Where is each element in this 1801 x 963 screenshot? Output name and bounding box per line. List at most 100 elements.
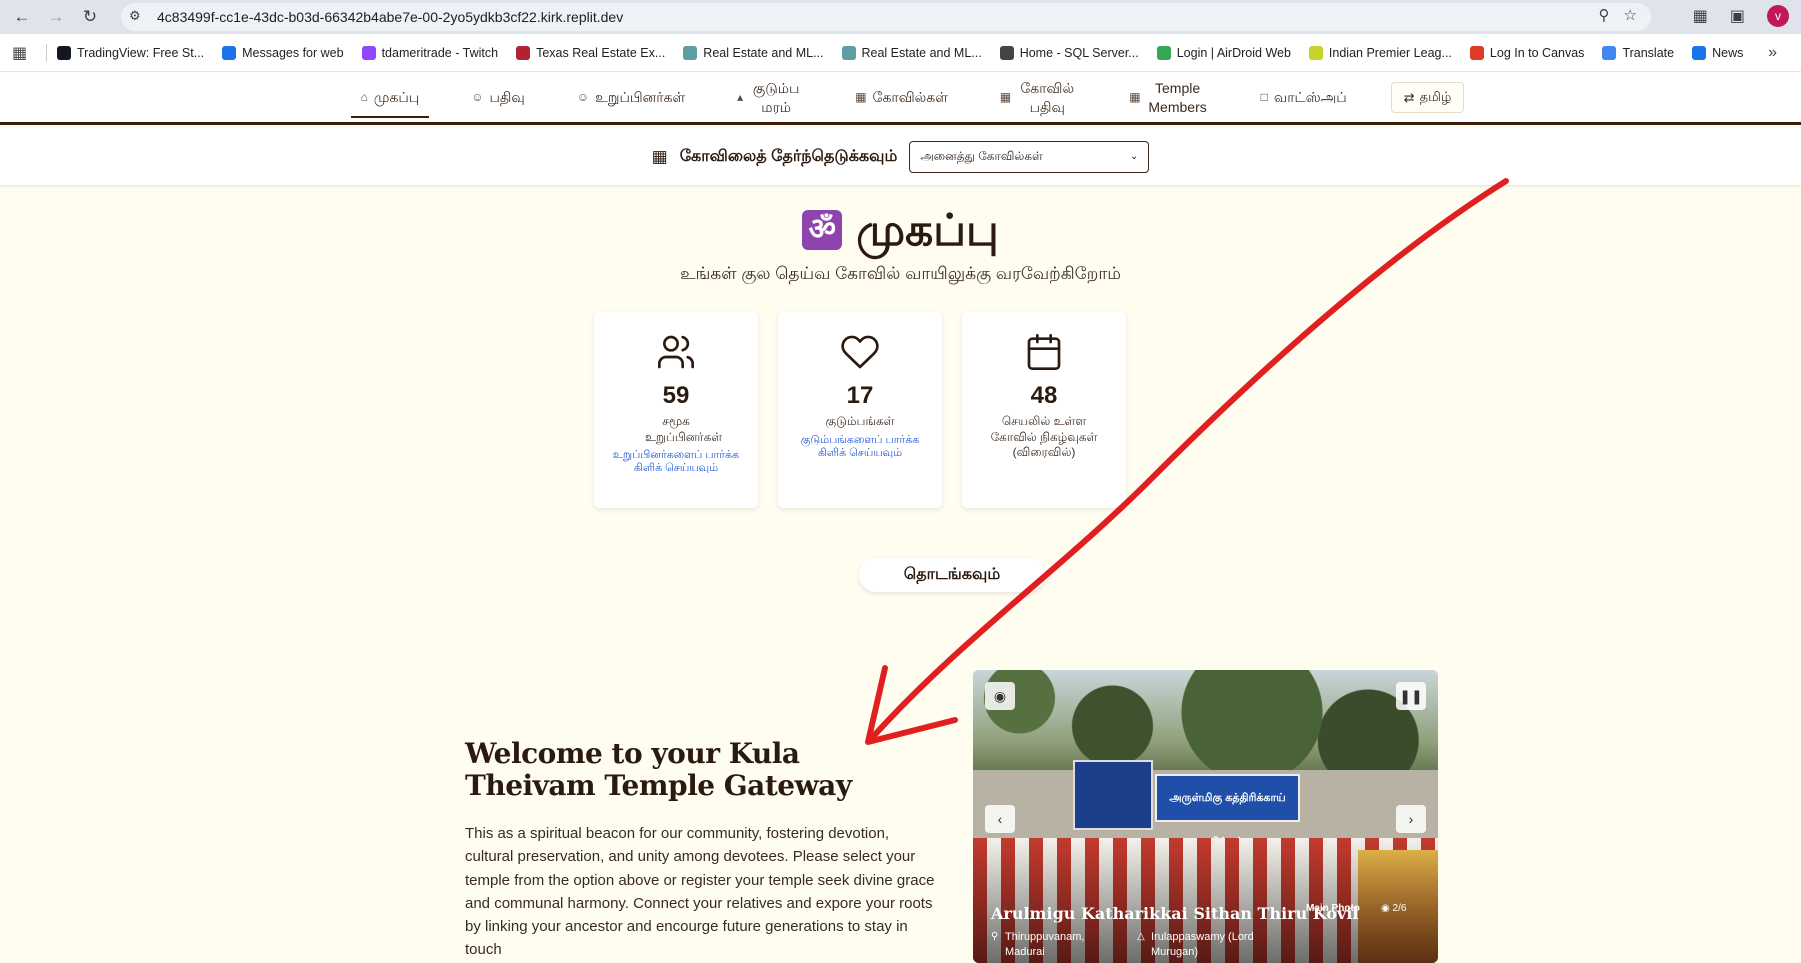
nav-item-home[interactable]: ⌂ முகப்பு [337,76,444,120]
language-label: தமிழ் [1419,89,1452,104]
bookmark-favicon-icon [361,45,376,60]
stat-card-families[interactable]: 17 குடும்பங்கள் குடும்பங்களைப் பார்க்க க… [778,312,942,508]
users-icon: ☺ [576,89,590,104]
annotation-arrow-head [865,665,958,745]
image-icon: ◉ [1381,903,1393,914]
bookmark-item[interactable]: tdameritrade - Twitch [361,45,498,60]
url-text[interactable]: 4c83499f-cc1e-43dc-b03d-66342b4abe7e-00-… [157,9,623,25]
zoom-icon[interactable]: ⚲ [1599,6,1610,24]
stat-link[interactable]: உறுப்பினர்களைப் பார்க்க கிளிக் செய்யவும் [594,449,758,475]
nav-item-temple-register[interactable]: ▦ கோவில் பதிவு [976,76,1101,120]
nav-item-temple-members[interactable]: ▦ Temple Members [1105,76,1232,120]
bookmark-item[interactable]: Log In to Canvas [1469,45,1585,60]
stat-label: செயலில் உள்ள கோவில் நிகழ்வுகள் (விரைவில்… [990,414,1098,460]
welcome-text: This as a spiritual beacon for our commu… [465,825,935,959]
stat-number: 48 [1030,382,1058,409]
bookmark-favicon-icon [1469,45,1484,60]
nav-item-label: முகப்பு [373,89,420,106]
bookmark-favicon-icon [1692,45,1707,60]
bookmark-label: Messages for web [242,45,344,60]
profile-avatar[interactable]: v [1767,5,1789,27]
bookmark-item[interactable]: Texas Real Estate Ex... [516,45,666,60]
bookmark-label: Real Estate and ML... [703,45,824,60]
stat-card-members[interactable]: 59 சமூக உறுப்பினர்கள் உறுப்பினர்களைப் பா… [594,312,758,508]
temple-select-label: கோவிலைத் தேர்ந்தெடுக்கவும் [679,147,898,165]
nav-item-family-tree[interactable]: ▴ குடும்ப மரம் [713,76,827,120]
stat-link[interactable]: குடும்பங்களைப் பார்க்க கிளிக் செய்யவும் [778,434,942,460]
bookmark-label: Indian Premier Leag... [1328,45,1452,60]
calendar-icon [1027,334,1061,370]
language-button[interactable]: ⇄ தமிழ் [1390,82,1465,113]
pause-icon[interactable]: ❚❚ [1396,682,1426,710]
temple-select-value: அனைத்து கோவில்கள் [920,148,1043,163]
main-nav: ⌂ முகப்பு ☺ பதிவு ☺ உறுப்பினர்கள் ▴ குடு… [0,73,1801,125]
building-icon: ▦ [1129,89,1141,104]
nav-item-label: கோவில்கள் [872,89,948,106]
bookmark-label: Log In to Canvas [1489,45,1585,60]
bookmark-favicon-icon [999,45,1014,60]
welcome-title: Welcome to your Kula Theivam Temple Gate… [465,737,852,803]
nav-item-members[interactable]: ☺ உறுப்பினர்கள் [553,76,709,120]
bookmark-favicon-icon [57,45,71,60]
page-title: ॐ முகப்பு [0,205,1801,262]
apps-grid-icon[interactable]: ▦ [12,43,42,63]
temple-photo-carousel[interactable]: அருள்மிகு கத்திரிக்காய் சித்தன் ◉ ❚❚ ‹ ›… [973,670,1438,963]
extensions-icon[interactable]: ▦ [1693,6,1708,26]
stat-number: 59 [662,382,690,409]
page-title-text: முகப்பு [856,205,999,256]
bookmark-favicon-icon [1602,45,1617,60]
reload-icon[interactable]: ↻ [78,5,102,29]
temple-select[interactable]: அனைத்து கோவில்கள் ⌄ [909,140,1150,173]
bookmark-favicon-icon [841,45,856,60]
stat-number: 17 [846,382,874,409]
bookmark-item[interactable]: Messages for web [222,45,344,60]
next-slide-icon[interactable]: › [1396,805,1426,833]
bookmark-label: Texas Real Estate Ex... [536,45,666,60]
photo-count-text: 2/6 [1392,903,1407,914]
bookmark-item[interactable]: Translate [1602,45,1674,60]
bookmark-item[interactable]: Real Estate and ML... [683,45,824,60]
nav-item-label: வாட்ஸ்அப் [1273,89,1347,106]
bookmark-favicon-icon [222,45,237,60]
nav-item-label: பதிவு [489,89,525,106]
nav-item-temples[interactable]: ▦ கோவில்கள் [831,76,972,120]
carousel-deity: △ Irulappaswamy (Lord Murugan) [1137,930,1277,959]
map-pin-icon: ⚲ [991,931,999,943]
start-button[interactable]: தொடங்கவும் [859,558,1045,592]
back-icon[interactable]: ← [10,5,34,29]
nav-item-label: Temple Members [1148,80,1207,115]
stat-label: குடும்பங்கள் [825,414,895,428]
tab-search-icon[interactable]: ▣ [1730,6,1745,26]
view-icon[interactable]: ◉ [985,682,1015,710]
bookmark-item[interactable]: TradingView: Free St... [57,45,204,60]
heart-icon [841,335,879,369]
building-icon: ▦ [651,146,668,166]
page-subtitle: உங்கள் குல தெய்வ கோவில் வாயிலுக்கு வரவேற… [680,264,1121,283]
address-bar[interactable]: ⚙ 4c83499f-cc1e-43dc-b03d-66342b4abe7e-0… [121,3,1651,31]
bookmark-item[interactable]: Indian Premier Leag... [1308,45,1452,60]
bookmark-item[interactable]: Login | AirDroid Web [1156,45,1291,60]
user-plus-icon: ☺ [471,89,484,104]
site-info-icon[interactable]: ⚙ [129,8,149,26]
nav-item-whatsapp[interactable]: □ வாட்ஸ்அப் [1237,76,1371,120]
more-bookmarks-icon[interactable]: » [1768,44,1777,62]
om-icon: ॐ [802,210,843,250]
stat-card-events: 48 செயலில் உள்ள கோவில் நிகழ்வுகள் (விரைவ… [962,312,1126,508]
nav-item-register[interactable]: ☺ பதிவு [447,76,549,120]
photo-sign [1073,760,1153,830]
bookmark-item[interactable]: Home - SQL Server... [999,45,1139,60]
prev-slide-icon[interactable]: ‹ [985,805,1015,833]
forward-icon[interactable]: → [44,5,68,29]
carousel-location: ⚲ Thiruppuvanam, Madurai [991,930,1121,959]
photo-temple-sign: அருள்மிகு கத்திரிக்காய் சித்தன் [1155,774,1300,848]
bookmark-item[interactable]: News [1692,45,1743,60]
chevron-down-icon: ⌄ [1129,151,1139,162]
bookmark-item[interactable]: Real Estate and ML... [841,45,982,60]
divider [46,43,47,62]
bookmark-star-icon[interactable]: ☆ [1624,6,1637,24]
bookmark-favicon-icon [1156,45,1171,60]
bookmark-label: Real Estate and ML... [861,45,982,60]
bookmark-favicon-icon [683,45,698,60]
location-text: Thiruppuvanam, Madurai [1005,931,1085,958]
bookmark-label: Login | AirDroid Web [1176,45,1291,60]
